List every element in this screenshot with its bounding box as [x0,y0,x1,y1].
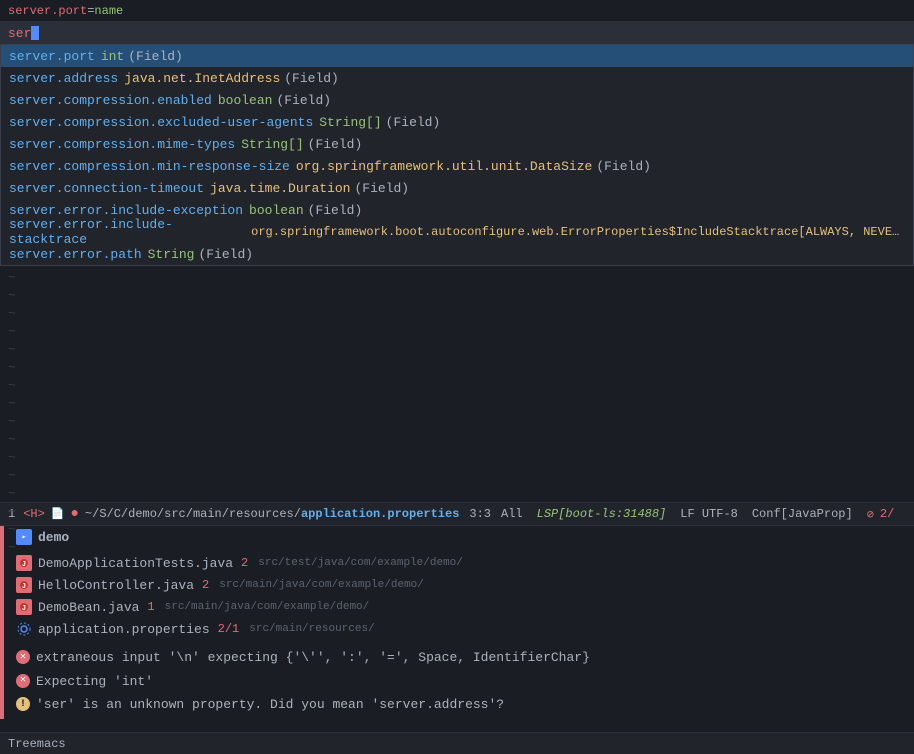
error-icon-1: ✕ [16,674,30,688]
ac-type-8: org.springframework.boot.autoconfigure.w… [251,225,905,239]
ac-meta-1: (Field) [284,71,339,86]
tilde-2: ~ [8,304,906,322]
file-path-3: src/main/resources/ [249,623,374,635]
ac-type-1: java.net.InetAddress [124,71,280,86]
ac-name-7: server.error.include-exception [9,203,243,218]
file-name-1: HelloController.java [38,578,194,593]
ac-type-6: java.time.Duration [210,181,350,196]
editor-input-line[interactable]: ser [0,22,914,44]
treemacs-label: Treemacs [8,737,66,751]
ac-name-3: server.compression.excluded-user-agents [9,115,313,130]
ac-name-6: server.connection-timeout [9,181,204,196]
tilde-11: ~ [8,466,906,484]
ac-type-4: String[] [241,137,303,152]
tilde-1: ~ [8,286,906,304]
editor-area: ser server.port int (Field) server.addre… [0,22,914,502]
tilde-5: ~ [8,358,906,376]
ac-name-8: server.error.include-stacktrace [9,217,245,247]
autocomplete-item-9[interactable]: server.error.path String (Field) [1,243,913,265]
file-list: J DemoApplicationTests.java 2 src/test/j… [4,548,914,644]
autocomplete-item-6[interactable]: server.connection-timeout java.time.Dura… [1,177,913,199]
autocomplete-item-1[interactable]: server.address java.net.InetAddress (Fie… [1,67,913,89]
cursor [31,26,39,40]
file-path-2: src/main/java/com/example/demo/ [165,601,370,613]
ac-meta-7: (Field) [308,203,363,218]
file-num-0: 2 [241,556,248,570]
error-icon-0: ✕ [16,650,30,664]
tilde-12: ~ [8,484,906,502]
tilde-3: ~ [8,322,906,340]
file-name-2: DemoBean.java [38,600,139,615]
ac-meta-6: (Field) [354,181,409,196]
tilde-14: ~ [8,520,906,538]
file-num-1: 2 [202,578,209,592]
error-msg-1: ✕ Expecting 'int' [16,670,902,694]
hint-value: name [94,4,123,18]
autocomplete-item-8[interactable]: server.error.include-stacktrace org.spri… [1,221,913,243]
autocomplete-item-5[interactable]: server.compression.min-response-size org… [1,155,913,177]
ac-meta-4: (Field) [308,137,363,152]
file-name-3: application.properties [38,622,210,637]
tilde-6: ~ [8,376,906,394]
file-item-2[interactable]: J DemoBean.java 1 src/main/java/com/exam… [4,596,914,618]
tilde-8: ~ [8,412,906,430]
ac-meta-0: (Field) [128,49,183,64]
java-icon-2: J [16,599,32,615]
ac-name-2: server.compression.enabled [9,93,212,108]
autocomplete-item-3[interactable]: server.compression.excluded-user-agents … [1,111,913,133]
tilde-10: ~ [8,448,906,466]
autocomplete-dropdown[interactable]: server.port int (Field) server.address j… [0,44,914,266]
ac-name-0: server.port [9,49,95,64]
tilde-13: ~ [8,502,906,520]
autocomplete-item-0[interactable]: server.port int (Field) [1,45,913,67]
input-text: ser [8,26,31,41]
error-msg-2: ! 'ser' is an unknown property. Did you … [16,693,902,717]
svg-text:J: J [22,583,26,590]
error-text-1: Expecting 'int' [36,672,153,692]
ac-type-5: org.springframework.util.unit.DataSize [296,159,592,174]
tilde-lines: ~ ~ ~ ~ ~ ~ ~ ~ ~ ~ ~ ~ ~ ~ ~ ~ [0,266,914,558]
ac-meta-2: (Field) [276,93,331,108]
ac-name-1: server.address [9,71,118,86]
file-path-0: src/test/java/com/example/demo/ [258,557,463,569]
file-item-3[interactable]: application.properties 2/1 src/main/reso… [4,618,914,640]
ac-meta-5: (Field) [596,159,651,174]
error-messages: ✕ extraneous input '\n' expecting {'\'',… [4,644,914,719]
hint-equals: = [87,4,94,18]
ac-meta-9: (Field) [198,247,253,262]
ac-type-0: int [101,49,124,64]
top-hint-bar: server.port=name [0,0,914,22]
ac-name-9: server.error.path [9,247,142,262]
ac-name-5: server.compression.min-response-size [9,159,290,174]
svg-text:J: J [22,605,26,612]
tilde-7: ~ [8,394,906,412]
ac-type-7: boolean [249,203,304,218]
file-path-1: src/main/java/com/example/demo/ [219,579,424,591]
java-icon-1: J [16,577,32,593]
ac-name-4: server.compression.mime-types [9,137,235,152]
file-num-3: 2/1 [218,622,240,636]
error-text-0: extraneous input '\n' expecting {'\'', '… [36,648,590,668]
gear-icon [16,621,32,637]
ac-type-2: boolean [218,93,273,108]
autocomplete-item-4[interactable]: server.compression.mime-types String[] (… [1,133,913,155]
tilde-0: ~ [8,268,906,286]
warning-icon-0: ! [16,697,30,711]
tilde-9: ~ [8,430,906,448]
ac-type-9: String [148,247,195,262]
ac-meta-3: (Field) [386,115,441,130]
treemacs-bar: Treemacs [0,732,914,754]
ac-type-3: String[] [319,115,381,130]
file-item-1[interactable]: J HelloController.java 2 src/main/java/c… [4,574,914,596]
tilde-15: ~ [8,538,906,556]
autocomplete-item-2[interactable]: server.compression.enabled boolean (Fiel… [1,89,913,111]
tilde-4: ~ [8,340,906,358]
svg-text:J: J [22,561,26,568]
error-text-2: 'ser' is an unknown property. Did you me… [36,695,504,715]
hint-keyword: server.port [8,4,87,18]
file-num-2: 1 [147,600,154,614]
error-msg-0: ✕ extraneous input '\n' expecting {'\'',… [16,646,902,670]
